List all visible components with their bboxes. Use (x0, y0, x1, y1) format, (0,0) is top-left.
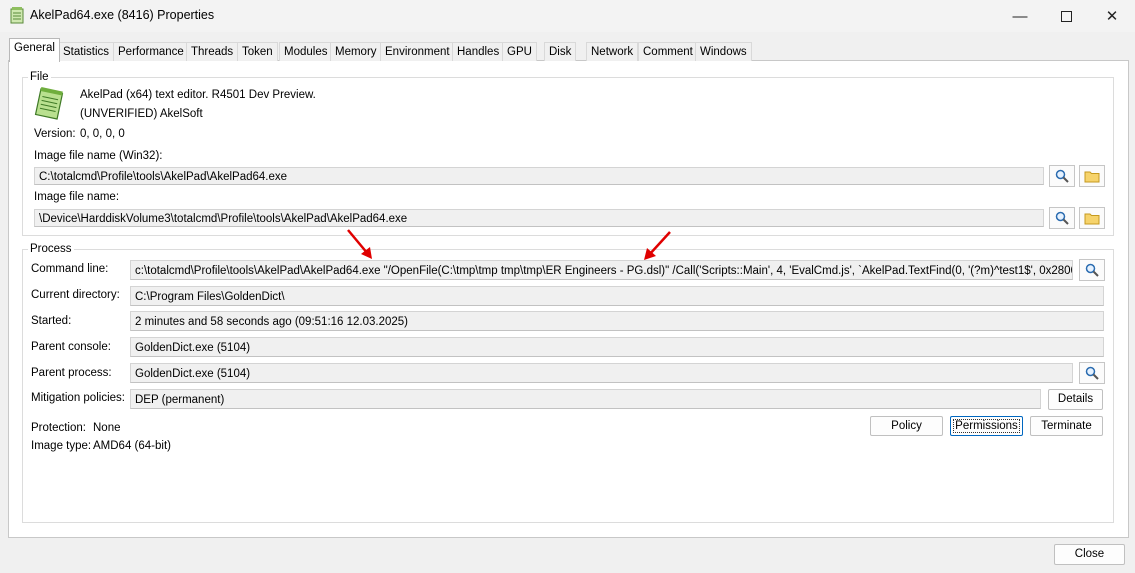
version-label: Version: (34, 128, 76, 140)
parent-console-field[interactable]: GoldenDict.exe (5104) (130, 337, 1104, 357)
file-group-label: File (28, 71, 51, 83)
process-group-label: Process (28, 243, 74, 255)
folder-icon (1084, 213, 1100, 224)
notepad-icon (10, 7, 24, 24)
close-button[interactable]: Close (1054, 544, 1125, 565)
mitigation-policies-label: Mitigation policies: (31, 392, 125, 404)
command-line-field[interactable]: c:\totalcmd\Profile\tools\AkelPad\AkelPa… (130, 260, 1073, 280)
command-line-label: Command line: (31, 263, 109, 275)
window-title: AkelPad64.exe (8416) Properties (30, 8, 215, 22)
started-field[interactable]: 2 minutes and 58 seconds ago (09:51:16 1… (130, 311, 1104, 331)
tab-statistics[interactable]: Statistics (58, 42, 115, 61)
current-directory-label: Current directory: (31, 289, 120, 301)
open-folder-native-button[interactable] (1079, 207, 1105, 229)
started-label: Started: (31, 315, 72, 327)
tab-environment[interactable]: Environment (380, 42, 455, 61)
parent-process-field[interactable]: GoldenDict.exe (5104) (130, 363, 1073, 383)
close-icon: ✕ (1105, 8, 1119, 25)
search-command-line-button[interactable] (1079, 259, 1105, 281)
mitigation-policies-field[interactable]: DEP (permanent) (130, 389, 1041, 409)
red-arrow-icon (347, 229, 372, 259)
notepad-icon (32, 87, 66, 121)
tab-general[interactable]: General (9, 38, 60, 62)
image-win32-label: Image file name (Win32): (34, 150, 163, 162)
maximize-button[interactable] (1043, 0, 1089, 32)
image-type-value: AMD64 (64-bit) (93, 440, 171, 452)
file-company: (UNVERIFIED) AkelSoft (80, 108, 203, 120)
image-native-label: Image file name: (34, 191, 120, 203)
maximize-icon (1060, 10, 1072, 22)
current-directory-field[interactable]: C:\Program Files\GoldenDict\ (130, 286, 1104, 306)
minimize-button[interactable]: — (997, 0, 1043, 32)
parent-process-label: Parent process: (31, 367, 112, 379)
tab-disk[interactable]: Disk (544, 42, 577, 61)
details-button[interactable]: Details (1048, 389, 1103, 410)
tab-performance[interactable]: Performance (113, 42, 189, 61)
magnifier-icon (1085, 263, 1099, 277)
search-native-button[interactable] (1049, 207, 1075, 229)
parent-console-label: Parent console: (31, 341, 111, 353)
magnifier-icon (1055, 169, 1069, 183)
search-win32-button[interactable] (1049, 165, 1075, 187)
tab-gpu[interactable]: GPU (502, 42, 537, 61)
tab-handles[interactable]: Handles (452, 42, 505, 61)
image-native-field[interactable]: \Device\HarddiskVolume3\totalcmd\Profile… (34, 209, 1044, 227)
protection-value: None (93, 422, 121, 434)
open-folder-win32-button[interactable] (1079, 165, 1105, 187)
policy-button[interactable]: Policy (870, 416, 943, 436)
tab-comment[interactable]: Comment (638, 42, 698, 61)
version-value: 0, 0, 0, 0 (80, 128, 125, 140)
tab-windows[interactable]: Windows (695, 42, 752, 61)
magnifier-icon (1085, 366, 1099, 380)
folder-icon (1084, 171, 1100, 182)
tab-memory[interactable]: Memory (330, 42, 382, 61)
image-win32-field[interactable]: C:\totalcmd\Profile\tools\AkelPad\AkelPa… (34, 167, 1044, 185)
magnifier-icon (1055, 211, 1069, 225)
tab-network[interactable]: Network (586, 42, 639, 61)
red-arrow-icon (644, 231, 671, 260)
minimize-icon: — (1012, 7, 1028, 25)
tab-modules[interactable]: Modules (279, 42, 333, 61)
file-description: AkelPad (x64) text editor. R4501 Dev Pre… (80, 89, 316, 101)
protection-label: Protection: (31, 422, 86, 434)
search-parent-process-button[interactable] (1079, 362, 1105, 384)
image-type-label: Image type: (31, 440, 92, 452)
terminate-button[interactable]: Terminate (1030, 416, 1103, 436)
close-window-button[interactable]: ✕ (1089, 0, 1135, 32)
tab-threads[interactable]: Threads (186, 42, 239, 61)
permissions-button[interactable]: Permissions (950, 416, 1023, 436)
tab-token[interactable]: Token (237, 42, 278, 61)
